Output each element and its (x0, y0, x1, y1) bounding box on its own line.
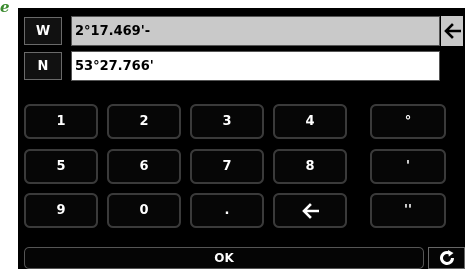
key-2[interactable]: 2 (107, 104, 181, 139)
longitude-row: W 2°17.469'- (20, 16, 463, 46)
key-decimal[interactable]: . (190, 193, 264, 228)
key-minute[interactable]: ' (370, 149, 446, 184)
key-7[interactable]: 7 (190, 149, 264, 184)
key-second[interactable]: '' (370, 193, 446, 228)
arrow-left-icon (444, 23, 461, 39)
arrow-left-icon (444, 58, 461, 74)
backspace-lat-button[interactable] (441, 51, 463, 81)
ok-button[interactable]: OK (24, 247, 424, 269)
backspace-lon-button[interactable] (441, 16, 463, 46)
hemisphere-toggle-lat[interactable]: N (24, 52, 62, 80)
hemisphere-toggle-lon[interactable]: W (24, 17, 62, 45)
key-4[interactable]: 4 (273, 104, 347, 139)
latitude-row: N 53°27.766' (20, 51, 461, 81)
key-0[interactable]: 0 (107, 193, 181, 228)
longitude-input[interactable]: 2°17.469'- (71, 16, 440, 46)
key-9[interactable]: 9 (24, 193, 98, 228)
key-1[interactable]: 1 (24, 104, 98, 139)
corner-glyph: e (0, 0, 10, 16)
refresh-button[interactable] (428, 247, 465, 269)
key-5[interactable]: 5 (24, 149, 98, 184)
refresh-icon (439, 250, 454, 265)
latitude-input[interactable]: 53°27.766' (71, 51, 440, 81)
key-degree[interactable]: ° (370, 104, 446, 139)
key-6[interactable]: 6 (107, 149, 181, 184)
key-backspace[interactable] (273, 193, 347, 228)
key-3[interactable]: 3 (190, 104, 264, 139)
arrow-left-icon (302, 202, 319, 219)
bottom-bar: OK (18, 245, 465, 269)
key-8[interactable]: 8 (273, 149, 347, 184)
numeric-keypad: 1 2 3 4 ° 5 6 7 8 ' 9 0 . '' (18, 92, 465, 240)
